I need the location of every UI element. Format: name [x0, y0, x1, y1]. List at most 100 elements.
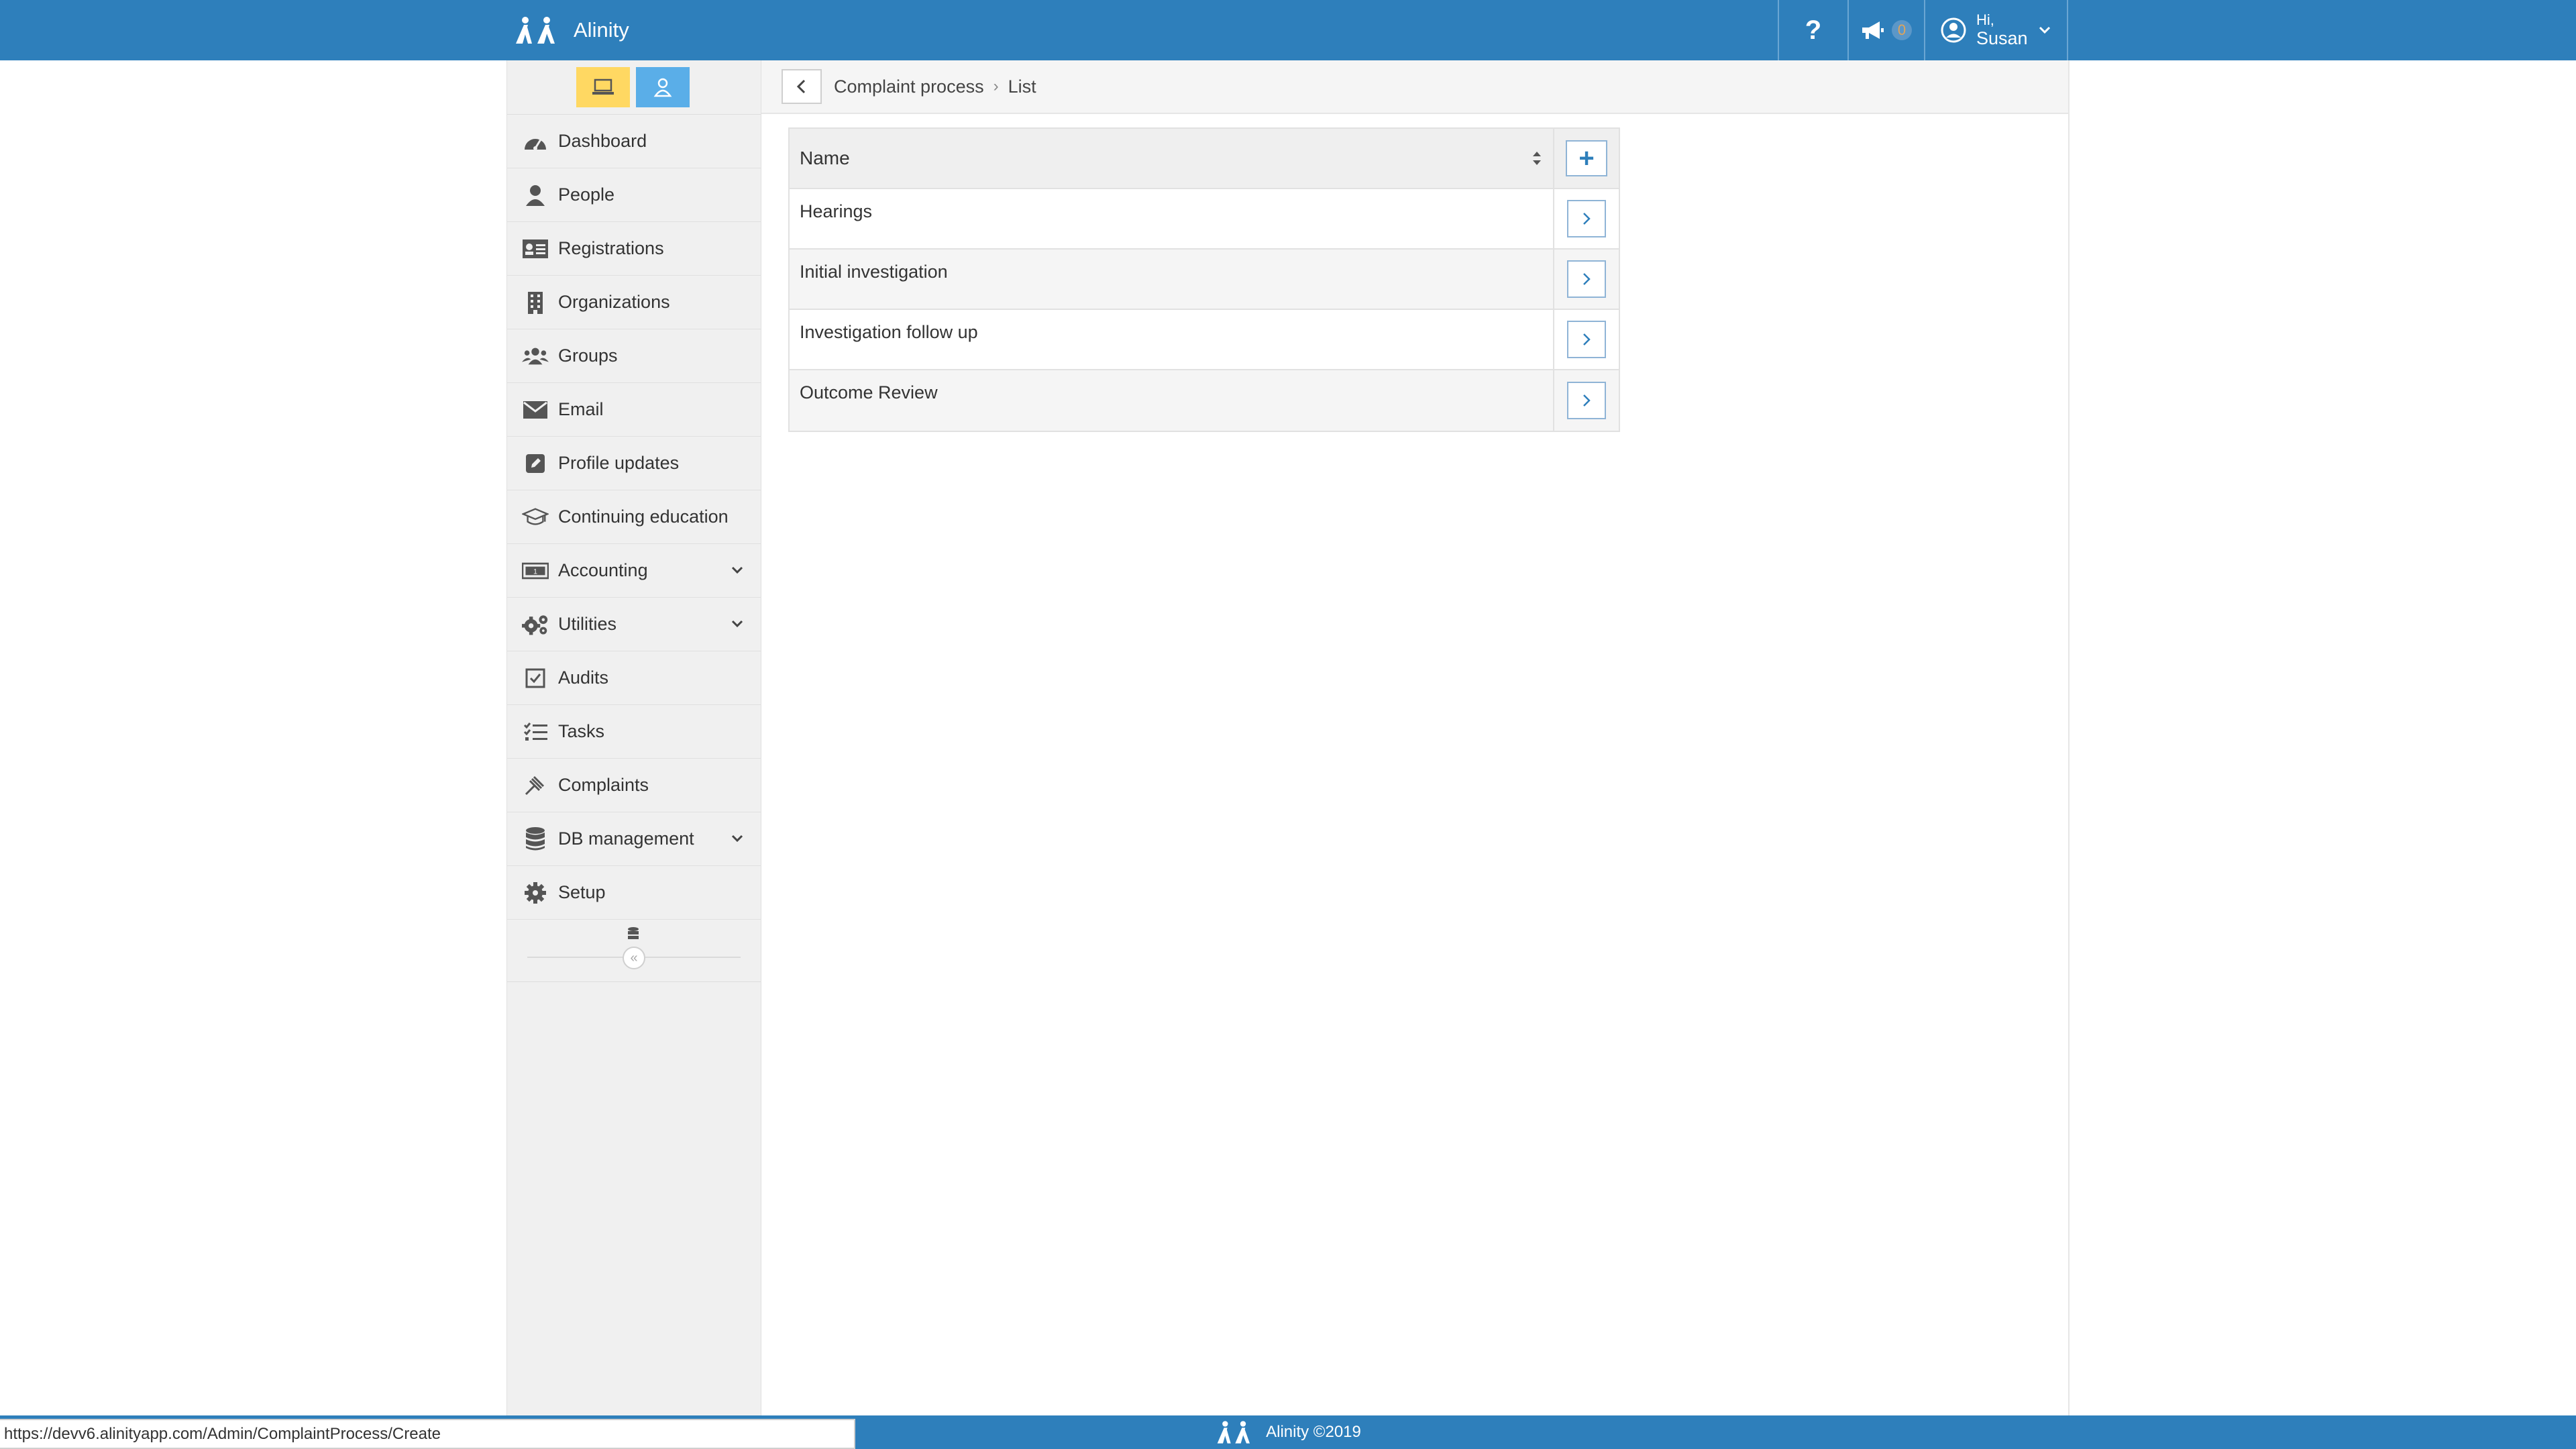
browser-status-url: https://devv6.alinityapp.com/Admin/Compl… [0, 1419, 855, 1449]
sidebar-item-dashboard[interactable]: Dashboard [507, 115, 761, 168]
row-name: Initial investigation [790, 250, 1554, 309]
user-circle-icon [1941, 17, 1966, 43]
sidebar-item-label: Registrations [558, 238, 664, 258]
sidebar-item-label: Continuing education [558, 506, 729, 527]
dashboard-icon [525, 138, 546, 150]
breadcrumb-complaint-process[interactable]: Complaint process [834, 76, 984, 97]
megaphone-icon [1862, 21, 1884, 39]
brand[interactable]: Alinity [513, 0, 629, 60]
edit-icon [526, 453, 545, 473]
checkbox-icon [525, 668, 545, 688]
sidebar-item-setup[interactable]: Setup [507, 866, 761, 920]
alinity-logo-icon [1217, 1421, 1250, 1444]
id-card-icon [523, 239, 548, 258]
sidebar-item-utilities[interactable]: Utilities [507, 598, 761, 651]
sidebar-item-label: DB management [558, 828, 694, 849]
chevron-right-icon [1583, 333, 1591, 345]
table-header: Name + [790, 129, 1619, 189]
table-row: Investigation follow up [790, 310, 1619, 370]
help-button[interactable]: ? [1778, 0, 1847, 60]
gavel-icon [525, 775, 545, 795]
envelope-icon [523, 400, 547, 419]
sidebar-item-tasks[interactable]: Tasks [507, 705, 761, 759]
chevron-down-icon [731, 620, 743, 628]
user-mode-button[interactable] [636, 67, 690, 107]
money-icon: 1 [522, 562, 549, 579]
database-small-icon [628, 927, 639, 939]
name-column-header[interactable]: Name [790, 129, 1554, 188]
column-header-label: Name [800, 148, 850, 168]
sidebar-item-label: Profile updates [558, 453, 680, 473]
sidebar-item-label: Utilities [558, 614, 617, 634]
table-row: Initial investigation [790, 250, 1619, 310]
building-icon [528, 291, 543, 314]
desktop-mode-button[interactable] [576, 67, 630, 107]
gear-icon [525, 881, 546, 904]
breadcrumb-list: List [1008, 76, 1036, 97]
complaint-process-table: Name + Hearings Initial investigation In… [788, 127, 1620, 432]
chevron-right-icon [1583, 213, 1591, 225]
database-icon [526, 826, 545, 850]
person-icon [526, 184, 545, 206]
sidebar-item-audits[interactable]: Audits [507, 651, 761, 705]
collapse-sidebar-button[interactable]: « [623, 947, 645, 969]
chevron-down-icon [731, 566, 743, 574]
sidebar-item-label: Accounting [558, 560, 648, 580]
sidebar-item-organizations[interactable]: Organizations [507, 276, 761, 329]
mode-switcher [507, 60, 761, 115]
sidebar-item-accounting[interactable]: 1 Accounting [507, 544, 761, 598]
open-row-button[interactable] [1567, 200, 1606, 237]
back-button[interactable] [782, 69, 822, 104]
open-row-button[interactable] [1567, 382, 1606, 419]
sidebar-item-label: Audits [558, 667, 609, 688]
sidebar-item-label: People [558, 184, 615, 205]
cogs-icon [522, 614, 548, 635]
sidebar-item-people[interactable]: People [507, 168, 761, 222]
double-chevron-left-icon: « [630, 950, 638, 965]
footer-copyright: Alinity ©2019 [1266, 1423, 1361, 1441]
breadcrumb: Complaint process › List [761, 60, 2068, 114]
notifications-button[interactable]: 0 [1847, 0, 1924, 60]
chevron-down-icon [731, 835, 743, 843]
open-row-button[interactable] [1567, 321, 1606, 358]
row-name: Hearings [790, 189, 1554, 248]
sidebar-item-registrations[interactable]: Registrations [507, 222, 761, 276]
sidebar-item-complaints[interactable]: Complaints [507, 759, 761, 812]
notification-count-badge: 0 [1892, 20, 1912, 40]
open-row-button[interactable] [1567, 260, 1606, 298]
sidebar-item-label: Tasks [558, 721, 605, 741]
chevron-left-icon [796, 79, 806, 94]
top-bar: Alinity ? 0 Hi, Susan [0, 0, 2576, 60]
sidebar-item-label: Groups [558, 345, 618, 366]
sidebar-nav: Dashboard People Registrations Organizat… [507, 115, 761, 920]
laptop-icon [592, 78, 614, 95]
chevron-down-icon [2039, 26, 2050, 34]
sidebar-item-continuing-education[interactable]: Continuing education [507, 490, 761, 544]
breadcrumb-separator-icon: › [993, 77, 999, 95]
table-row: Hearings [790, 189, 1619, 250]
sidebar-item-label: Complaints [558, 775, 649, 795]
sidebar-item-email[interactable]: Email [507, 383, 761, 437]
row-name: Outcome Review [790, 370, 1554, 431]
sidebar-item-label: Email [558, 399, 604, 419]
add-button[interactable]: + [1566, 140, 1607, 176]
help-icon: ? [1805, 15, 1822, 45]
sidebar: Dashboard People Registrations Organizat… [506, 60, 761, 1415]
user-outline-icon [653, 78, 672, 97]
svg-text:1: 1 [533, 568, 537, 576]
list-check-icon [523, 722, 547, 741]
alinity-logo-icon [516, 17, 555, 44]
graduation-cap-icon [522, 507, 549, 525]
user-name: Susan [1976, 28, 2028, 48]
app-name: Alinity [574, 18, 629, 42]
sidebar-item-db-management[interactable]: DB management [507, 812, 761, 866]
users-icon [522, 347, 549, 364]
chevron-right-icon [1583, 273, 1591, 285]
sidebar-item-label: Organizations [558, 292, 670, 312]
greeting: Hi, [1976, 11, 1994, 28]
sidebar-item-profile-updates[interactable]: Profile updates [507, 437, 761, 490]
user-menu[interactable]: Hi, Susan [1924, 0, 2068, 60]
plus-icon: + [1578, 143, 1595, 173]
main-content: Complaint process › List Name + Hearings… [761, 60, 2070, 1415]
sidebar-item-groups[interactable]: Groups [507, 329, 761, 383]
